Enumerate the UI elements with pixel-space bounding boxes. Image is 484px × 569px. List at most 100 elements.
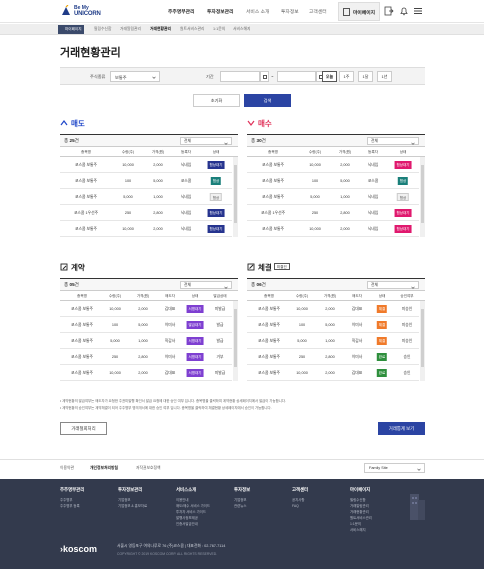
table-row[interactable]: 코스콤 보통주 100 5,000 코스콤 협상 bbox=[247, 173, 419, 189]
footer-link-privacy[interactable]: 개인정보처리방침 bbox=[90, 466, 118, 471]
breadcrumb-item[interactable]: 1:1문의 bbox=[213, 26, 225, 33]
footer-link[interactable]: 주주명부 등록 bbox=[60, 503, 84, 509]
table-row[interactable]: 코스콤 보통주 250 2,800 이미사 서명대기 거부 bbox=[60, 349, 232, 365]
scrollbar[interactable] bbox=[233, 301, 238, 381]
footer-column-title[interactable]: 고객센터 bbox=[292, 487, 308, 493]
buy-filter-select[interactable]: 전체 bbox=[367, 137, 419, 145]
status-badge[interactable]: 협상대기 bbox=[207, 225, 225, 233]
logo[interactable]: Be My UNICORN bbox=[60, 4, 101, 19]
footer-column-title[interactable]: 서비스소개 bbox=[176, 487, 210, 493]
footer-link-copyright[interactable]: 저작권보호정책 bbox=[136, 466, 160, 471]
breadcrumb-item[interactable]: 서비스해지 bbox=[233, 26, 250, 33]
nav-service[interactable]: 서비스 소개 bbox=[246, 8, 269, 15]
status-badge[interactable]: 협상 bbox=[210, 177, 222, 185]
status-badge[interactable]: 협상대기 bbox=[394, 225, 412, 233]
period-1month-button[interactable]: 1달 bbox=[358, 71, 373, 82]
menu-icon[interactable] bbox=[413, 6, 423, 16]
calendar-icon[interactable] bbox=[260, 71, 269, 82]
bell-icon[interactable] bbox=[399, 6, 409, 16]
unsettled-button[interactable]: 미결건 bbox=[273, 263, 290, 270]
start-date-input[interactable] bbox=[220, 71, 260, 82]
status-badge[interactable]: 서명대기 bbox=[186, 305, 204, 313]
stock-name-link[interactable]: 코스콤 보통주 bbox=[258, 339, 280, 344]
table-row[interactable]: 코스콤 1우선주 250 2,800 닉네임 협상대기 bbox=[247, 205, 419, 221]
settle-filter-select[interactable]: 전체 bbox=[367, 281, 419, 289]
stock-name-link[interactable]: 코스콤 1우선주 bbox=[261, 211, 285, 216]
search-button[interactable]: 검색 bbox=[244, 94, 291, 107]
breadcrumb-item[interactable]: 원트서비스관리 bbox=[180, 26, 204, 33]
stock-name-link[interactable]: 코스콤 보통주 bbox=[262, 195, 284, 200]
stock-name-link[interactable]: 코스콤 보통주 bbox=[262, 179, 284, 184]
footer-link[interactable]: 기업정보 & 홍보자료 bbox=[118, 503, 147, 509]
table-row[interactable]: 코스콤 보통주 100 5,000 이미사 발급대기 발급 bbox=[60, 317, 232, 333]
stock-name-link[interactable]: 코스콤 보통주 bbox=[75, 195, 97, 200]
table-row[interactable]: 코스콤 보통주 10,000 2,000 닉네임 협상대기 bbox=[60, 221, 232, 237]
footer-link[interactable]: 인증서발급안내 bbox=[176, 521, 210, 527]
breadcrumb-item[interactable]: 필링수신함 bbox=[94, 26, 111, 33]
nav-invest-info[interactable]: 투자정보 bbox=[281, 8, 299, 15]
table-row[interactable]: 코스콤 보통주 5,000 1,000 닉네임 협상 bbox=[247, 189, 419, 205]
stock-name-link[interactable]: 코스콤 보통주 bbox=[262, 227, 284, 232]
nav-support[interactable]: 고객센터 bbox=[309, 8, 327, 15]
status-badge[interactable]: 협상대기 bbox=[394, 209, 412, 217]
stock-name-link[interactable]: 코스콤 보통주 bbox=[258, 355, 280, 360]
table-row[interactable]: 코스콤 보통주 10,000 2,000 닉네임 협상대기 bbox=[247, 157, 419, 173]
status-badge[interactable]: 협상대기 bbox=[207, 161, 225, 169]
logout-icon[interactable] bbox=[384, 6, 394, 16]
footer-link[interactable]: 서비스해지 bbox=[350, 527, 372, 533]
table-row[interactable]: 코스콤 보통주 100 5,000 이미사 체결 미승인 bbox=[247, 317, 419, 333]
end-date-input[interactable] bbox=[277, 71, 316, 82]
status-badge[interactable]: 체결 bbox=[376, 321, 388, 329]
footer-column-title[interactable]: 투자정보 bbox=[234, 487, 250, 493]
breadcrumb-item-active[interactable]: 거래현황관리 bbox=[150, 26, 171, 33]
sell-filter-select[interactable]: 전체 bbox=[180, 137, 232, 145]
stock-type-select[interactable]: 보통주 bbox=[110, 71, 160, 82]
stock-name-link[interactable]: 코스콤 보통주 bbox=[262, 163, 284, 168]
trade-cancel-button[interactable]: 거래철회처리 bbox=[60, 422, 107, 435]
status-badge[interactable]: 협상 bbox=[209, 193, 223, 201]
footer-link-terms[interactable]: 이용약관 bbox=[60, 466, 74, 471]
nav-investment[interactable]: 투자정보관리 bbox=[207, 8, 233, 15]
footer-link[interactable]: FAQ bbox=[292, 503, 308, 509]
footer-column-title[interactable]: 주주명부관리 bbox=[60, 487, 84, 493]
reset-button[interactable]: 초기화 bbox=[193, 94, 240, 107]
status-badge[interactable]: 서명대기 bbox=[186, 337, 204, 345]
status-badge[interactable]: 협상 bbox=[397, 177, 409, 185]
status-badge[interactable]: 협상대기 bbox=[394, 161, 412, 169]
footer-column-title[interactable]: 마이페이지 bbox=[350, 487, 372, 493]
status-badge[interactable]: 완료 bbox=[376, 369, 388, 377]
stock-name-link[interactable]: 코스콤 1우선주 bbox=[74, 211, 98, 216]
nav-mypage[interactable]: 마이페이지 bbox=[338, 2, 380, 21]
status-badge[interactable]: 협상 bbox=[396, 193, 410, 201]
table-row[interactable]: 코스콤 1우선주 250 2,800 닉네임 협상대기 bbox=[60, 205, 232, 221]
table-row[interactable]: 코스콤 보통주 10,000 2,000 김대표 완료 승인 bbox=[247, 365, 419, 381]
table-row[interactable]: 코스콤 보통주 250 2,800 이미사 완료 승인 bbox=[247, 349, 419, 365]
table-row[interactable]: 코스콤 보통주 10,000 2,000 김대표 체결 미승인 bbox=[247, 301, 419, 317]
table-row[interactable]: 코스콤 보통주 10,000 2,000 김대표 서명대기 미발급 bbox=[60, 365, 232, 381]
table-row[interactable]: 코스콤 보통주 10,000 2,000 닉네임 협상대기 bbox=[247, 221, 419, 237]
stock-name-link[interactable]: 코스콤 보통주 bbox=[258, 371, 280, 376]
table-row[interactable]: 코스콤 보통주 5,000 1,000 직감사 서명대기 발급 bbox=[60, 333, 232, 349]
contract-filter-select[interactable]: 전체 bbox=[180, 281, 232, 289]
status-badge[interactable]: 서명대기 bbox=[186, 369, 204, 377]
breadcrumb-home[interactable]: 마이페이지 bbox=[58, 25, 84, 34]
stock-name-link[interactable]: 코스콤 보통주 bbox=[75, 163, 97, 168]
status-badge[interactable]: 발급대기 bbox=[186, 321, 204, 329]
scrollbar[interactable] bbox=[420, 157, 425, 237]
table-row[interactable]: 코스콤 보통주 5,000 1,000 닉네임 협상 bbox=[60, 189, 232, 205]
scrollbar[interactable] bbox=[420, 301, 425, 381]
period-1year-button[interactable]: 1년 bbox=[377, 71, 392, 82]
trade-stats-button[interactable]: 거래통계 보기 bbox=[378, 422, 425, 435]
stock-name-link[interactable]: 코스콤 보통주 bbox=[71, 339, 93, 344]
breadcrumb-item[interactable]: 거래알림관리 bbox=[120, 26, 141, 33]
family-site-select[interactable]: Family Site bbox=[364, 463, 425, 473]
status-badge[interactable]: 완료 bbox=[376, 353, 388, 361]
status-badge[interactable]: 체결 bbox=[376, 337, 388, 345]
stock-name-link[interactable]: 코스콤 보통주 bbox=[71, 355, 93, 360]
stock-name-link[interactable]: 코스콤 보통주 bbox=[71, 307, 93, 312]
stock-name-link[interactable]: 코스콤 보통주 bbox=[71, 323, 93, 328]
period-today-button[interactable]: 오늘 bbox=[322, 71, 337, 82]
table-row[interactable]: 코스콤 보통주 5,000 1,000 직감사 체결 미승인 bbox=[247, 333, 419, 349]
table-row[interactable]: 코스콤 보통주 10,000 2,000 김대표 서명대기 미발급 bbox=[60, 301, 232, 317]
status-badge[interactable]: 체결 bbox=[376, 305, 388, 313]
